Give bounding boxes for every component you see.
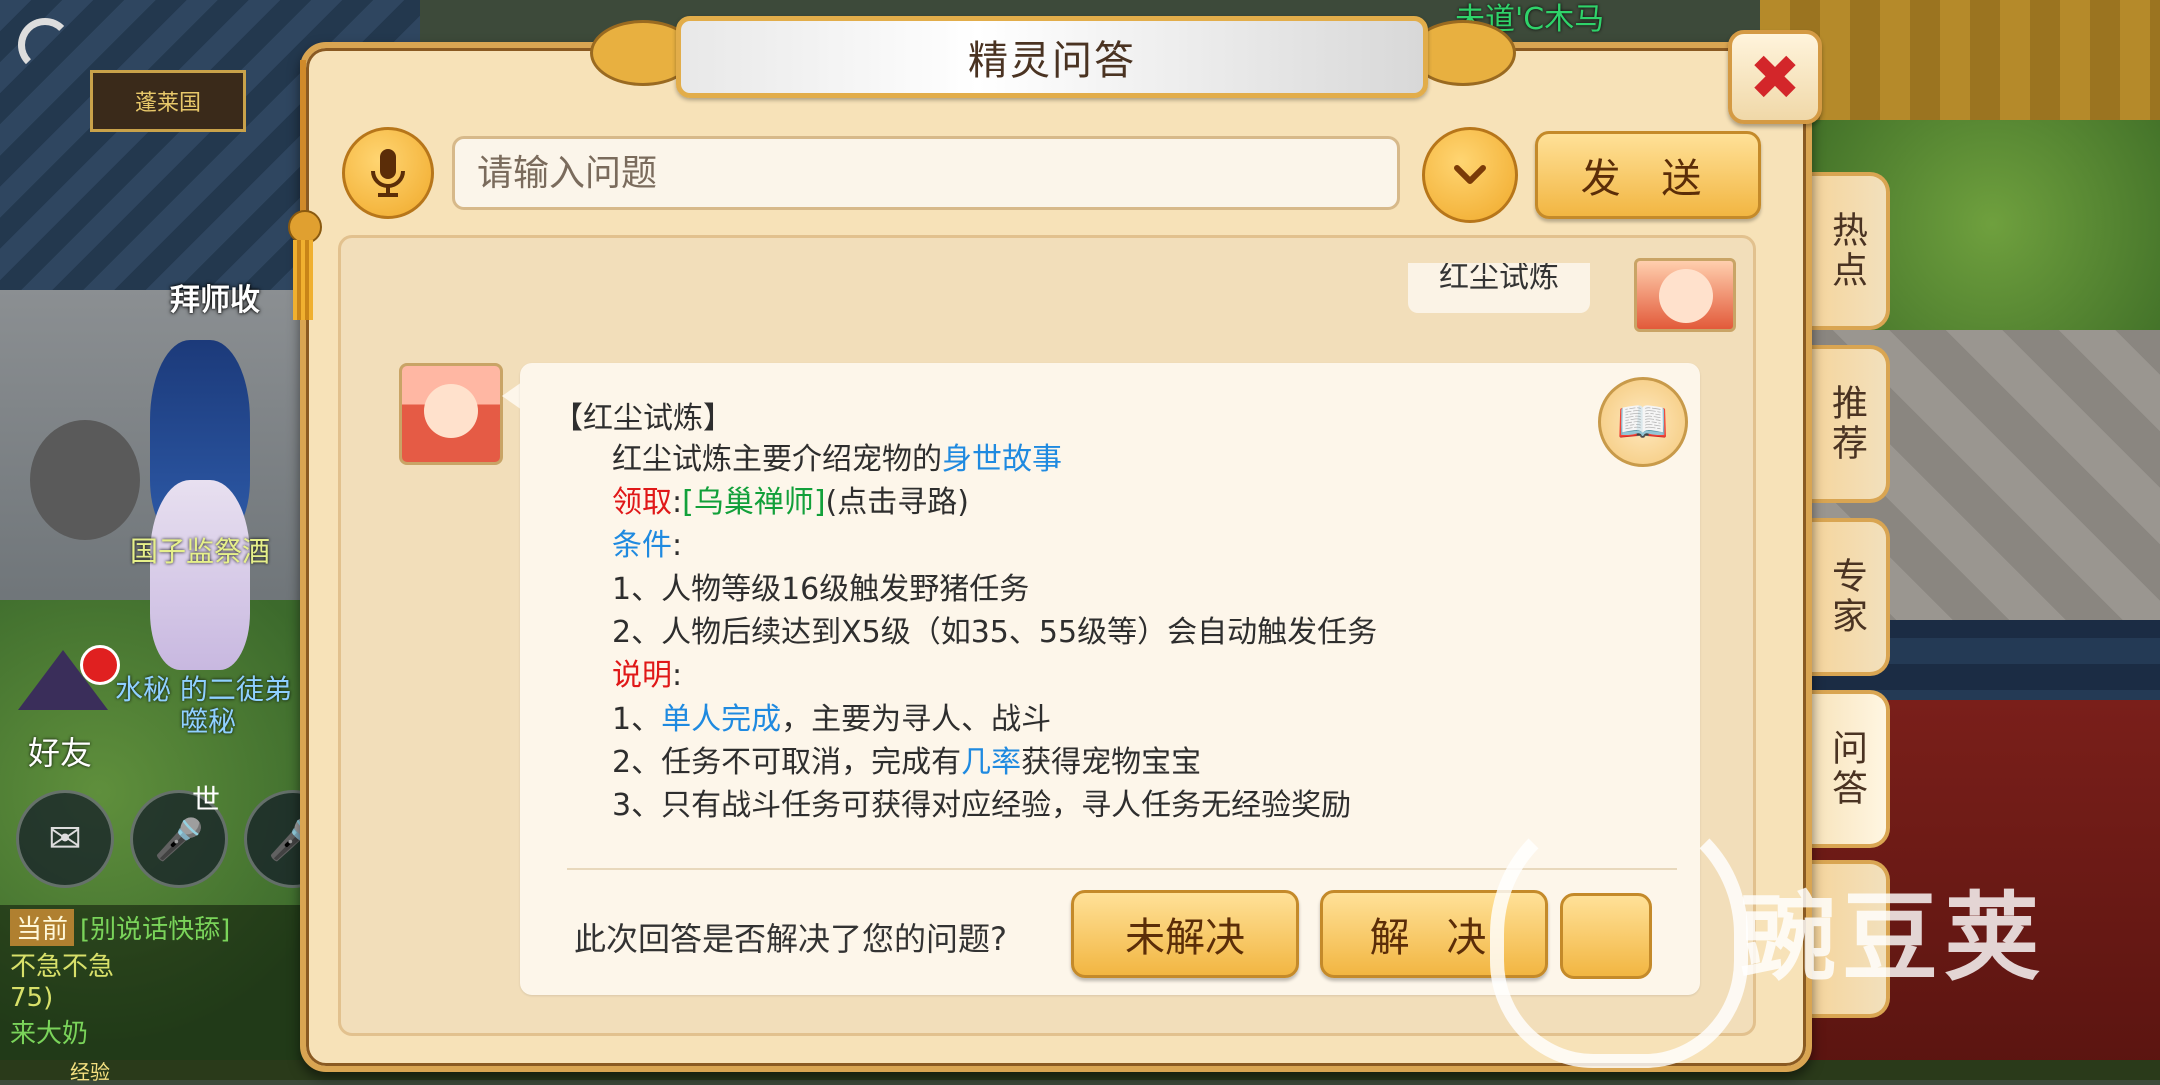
note-suffix: 获得宠物宝宝: [1021, 745, 1202, 780]
feedback-question: 此次回答是否解决了您的问题?: [574, 920, 1007, 958]
voice-input-button[interactable]: [342, 127, 434, 219]
experience-label: 经验: [70, 1060, 110, 1084]
guide-book-button[interactable]: 📖: [1598, 377, 1688, 467]
answer-heading: 【红尘试炼】: [553, 401, 733, 436]
dialog-title-banner: 精灵问答: [676, 16, 1428, 98]
chat-icon: ✉: [48, 816, 82, 862]
unsolved-button[interactable]: 未解决: [1071, 890, 1299, 978]
tab-qa[interactable]: 问答: [1806, 690, 1890, 848]
send-button[interactable]: 发 送: [1535, 131, 1761, 219]
condition-item: 2、人物后续达到X5级（如35、55级等）会自动触发任务: [612, 615, 1378, 650]
watermark-text: 豌豆荚: [1740, 882, 2046, 994]
friend-label: 好友: [28, 734, 93, 772]
notes-label: 说明: [612, 658, 672, 693]
history-dropdown-button[interactable]: [1422, 127, 1518, 223]
receive-colon: :: [672, 485, 683, 520]
book-icon: 📖: [1616, 397, 1670, 446]
note-item: 2、任务不可取消，完成有几率获得宠物宝宝: [612, 737, 1201, 781]
note-item: 3、只有战斗任务可获得对应经验，寻人任务无经验奖励: [612, 788, 1352, 823]
conditions-label: 条件: [612, 528, 672, 563]
chat-line: 75): [10, 983, 54, 1013]
receive-label: 领取: [612, 485, 672, 520]
chat-bubble-button[interactable]: ✉: [16, 790, 114, 888]
npc-name-label: 国子监祭酒: [130, 535, 271, 568]
user-avatar: [1634, 258, 1736, 332]
question-input[interactable]: [452, 136, 1400, 210]
backstory-link[interactable]: 身世故事: [942, 442, 1062, 477]
conditions-line: 条件:: [612, 520, 682, 564]
drum-object: [30, 420, 140, 540]
tab-recommend[interactable]: 推荐: [1806, 345, 1890, 503]
bubble-tail: [502, 382, 522, 410]
loading-icon: [18, 18, 72, 72]
chat-panel[interactable]: 当前 [别说话快舔] 不急不急 75) 来大奶: [0, 905, 305, 1080]
answer-intro: 红尘试炼主要介绍宠物的身世故事: [612, 434, 1062, 478]
user-message-text: 红尘试炼: [1439, 263, 1559, 295]
tab-expert[interactable]: 专家: [1806, 518, 1890, 676]
note-suffix: ，主要为寻人、战斗: [781, 702, 1052, 737]
condition-item: 1、人物等级16级触发野猪任务: [612, 572, 1030, 607]
tassel-decoration: [283, 60, 323, 320]
dialog-title: 精灵问答: [968, 38, 1136, 84]
spirit-avatar: [399, 363, 503, 465]
chevron-down-icon: [1454, 165, 1486, 184]
npc-link[interactable]: [乌巢禅师]: [682, 485, 825, 520]
watermark-logo: [1490, 800, 1748, 1068]
note-prefix: 2、任务不可取消，完成有: [612, 745, 962, 780]
location-sign: 蓬莱国: [90, 70, 246, 132]
close-icon: ✖: [1749, 40, 1801, 114]
user-message-bubble: 红尘试炼: [1408, 263, 1590, 313]
notes-line: 说明:: [612, 650, 682, 694]
notes-colon: :: [672, 658, 683, 693]
chance-link[interactable]: 几率: [961, 745, 1021, 780]
chat-line: 来大奶: [10, 1019, 89, 1049]
microphone-icon: 🎤: [154, 816, 204, 863]
chat-channel-tag: 当前: [10, 909, 75, 946]
answer-intro-text: 红尘试炼主要介绍宠物的: [612, 442, 942, 477]
conditions-colon: :: [672, 528, 683, 563]
chat-line: [别说话快舔]: [80, 915, 231, 945]
player-name-label-2: 噬秘: [180, 705, 237, 738]
answer-receive-line: 领取:[乌巢禅师](点击寻路): [612, 477, 969, 521]
player-character[interactable]: [150, 480, 250, 670]
receive-hint: (点击寻路): [825, 485, 969, 520]
solo-link[interactable]: 单人完成: [661, 702, 781, 737]
notification-dot: [80, 645, 120, 685]
microphone-icon: [371, 149, 405, 197]
note-item: 1、单人完成，主要为寻人、战斗: [612, 694, 1051, 738]
master-label[interactable]: 拜师收: [170, 275, 260, 319]
chat-line: 不急不急: [10, 952, 115, 982]
world-channel-label: 世: [192, 783, 221, 816]
note-prefix: 1、: [612, 702, 662, 737]
close-button[interactable]: ✖: [1728, 30, 1822, 124]
tab-hot[interactable]: 热点: [1806, 172, 1890, 330]
